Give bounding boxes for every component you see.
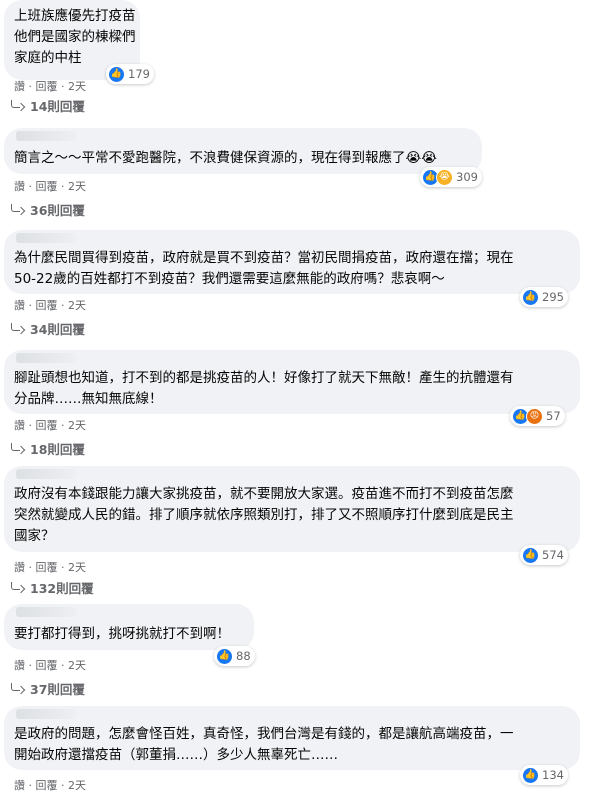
reply-arrow-icon	[10, 682, 24, 695]
comment-text: 為什麼民間買得到疫苗，政府就是買不到疫苗？當初民間捐疫苗，政府還在擋；現在 50…	[14, 250, 514, 287]
like-icon: 👍	[522, 766, 539, 784]
replies-count: 14則回覆	[30, 99, 85, 114]
view-replies-link[interactable]: 34則回覆	[10, 319, 85, 338]
reaction-count: 574	[542, 548, 564, 562]
replies-count: 37則回覆	[30, 682, 85, 697]
replies-count: 34則回覆	[30, 322, 85, 337]
reply-arrow-icon	[10, 99, 24, 112]
comment-text: 簡言之～～平常不愛跑醫院，不浪費健保資源的，現在得到報應了😭😭	[14, 150, 438, 166]
like-icon: 👍	[522, 546, 539, 564]
author-name-blurred[interactable]	[16, 469, 76, 479]
comment-actions[interactable]: 讚 · 回覆 · 2天	[14, 297, 86, 313]
author-name-blurred[interactable]	[16, 607, 76, 617]
comment-bubble: 要打都打得到，挑呀挑就打不到啊！	[4, 604, 254, 650]
view-replies-link[interactable]: 36則回覆	[10, 200, 85, 219]
comment-actions[interactable]: 讚 · 回覆 · 2天	[14, 777, 86, 793]
comment-actions[interactable]: 讚 · 回覆 · 2天	[14, 78, 86, 94]
reaction-summary[interactable]: 👍 😭 309	[420, 167, 482, 187]
reaction-count: 57	[546, 409, 561, 423]
reply-arrow-icon	[10, 203, 24, 216]
replies-count: 132則回覆	[30, 581, 94, 596]
reaction-count: 179	[128, 67, 150, 81]
comment-actions[interactable]: 讚 · 回覆 · 2天	[14, 417, 86, 433]
view-replies-link[interactable]: 132則回覆	[10, 578, 94, 597]
like-icon: 👍	[522, 288, 539, 306]
comment-bubble: 為什麼民間買得到疫苗，政府就是買不到疫苗？當初民間捐疫苗，政府還在擋；現在 50…	[4, 230, 580, 294]
reaction-count: 295	[542, 290, 564, 304]
comment-actions[interactable]: 讚 · 回覆 · 2天	[14, 657, 86, 673]
replies-count: 36則回覆	[30, 203, 85, 218]
view-replies-link[interactable]: 37則回覆	[10, 679, 85, 698]
comment-text: 上班族應優先打疫苗 他們是國家的棟樑們 家庭的中柱	[14, 8, 136, 66]
view-replies-link[interactable]: 18則回覆	[10, 439, 85, 458]
view-replies-link[interactable]: 14則回覆	[10, 96, 85, 115]
author-name-blurred[interactable]	[16, 233, 76, 243]
comment-text: 腳趾頭想也知道，打不到的都是挑疫苗的人！好像打了就天下無敵！產生的抗體還有 分品…	[14, 370, 514, 407]
comment-bubble: 腳趾頭想也知道，打不到的都是挑疫苗的人！好像打了就天下無敵！產生的抗體還有 分品…	[4, 350, 580, 414]
replies-count: 18則回覆	[30, 442, 85, 457]
author-name-blurred[interactable]	[16, 353, 76, 363]
like-icon: 👍	[216, 647, 233, 665]
comment-text: 政府沒有本錢跟能力讓大家挑疫苗，就不要開放大家選。疫苗進不而打不到疫苗怎麼 突然…	[14, 486, 514, 544]
reaction-summary[interactable]: 👍 179	[106, 64, 154, 84]
like-icon: 👍	[108, 65, 125, 83]
author-name-blurred[interactable]	[16, 709, 76, 719]
reaction-summary[interactable]: 👍 574	[520, 545, 568, 565]
comment-text: 要打都打得到，挑呀挑就打不到啊！	[14, 626, 230, 642]
comment-actions[interactable]: 讚 · 回覆 · 2天	[14, 178, 86, 194]
reaction-count: 309	[456, 170, 478, 184]
angry-icon: 😡	[526, 407, 543, 425]
reaction-summary[interactable]: 👍 295	[520, 287, 568, 307]
crying-icon: 😭	[436, 168, 453, 186]
comment-bubble: 簡言之～～平常不愛跑醫院，不浪費健保資源的，現在得到報應了😭😭	[4, 128, 482, 174]
reaction-summary[interactable]: 👍 134	[520, 765, 568, 785]
comment-bubble: 是政府的問題，怎麼會怪百姓，真奇怪，我們台灣是有錢的，都是讓航高端疫苗，一 開始…	[4, 706, 580, 770]
reaction-summary[interactable]: 👍 😡 57	[510, 406, 565, 426]
reaction-summary[interactable]: 👍 88	[214, 646, 255, 666]
author-name-blurred[interactable]	[16, 131, 76, 141]
reply-arrow-icon	[10, 581, 24, 594]
reply-arrow-icon	[10, 322, 24, 335]
comment-bubble: 政府沒有本錢跟能力讓大家挑疫苗，就不要開放大家選。疫苗進不而打不到疫苗怎麼 突然…	[4, 466, 580, 552]
comment-text: 是政府的問題，怎麼會怪百姓，真奇怪，我們台灣是有錢的，都是讓航高端疫苗，一 開始…	[14, 726, 514, 763]
reaction-count: 88	[236, 649, 251, 663]
reaction-count: 134	[542, 768, 564, 782]
comment-actions[interactable]: 讚 · 回覆 · 2天	[14, 559, 86, 575]
reply-arrow-icon	[10, 442, 24, 455]
